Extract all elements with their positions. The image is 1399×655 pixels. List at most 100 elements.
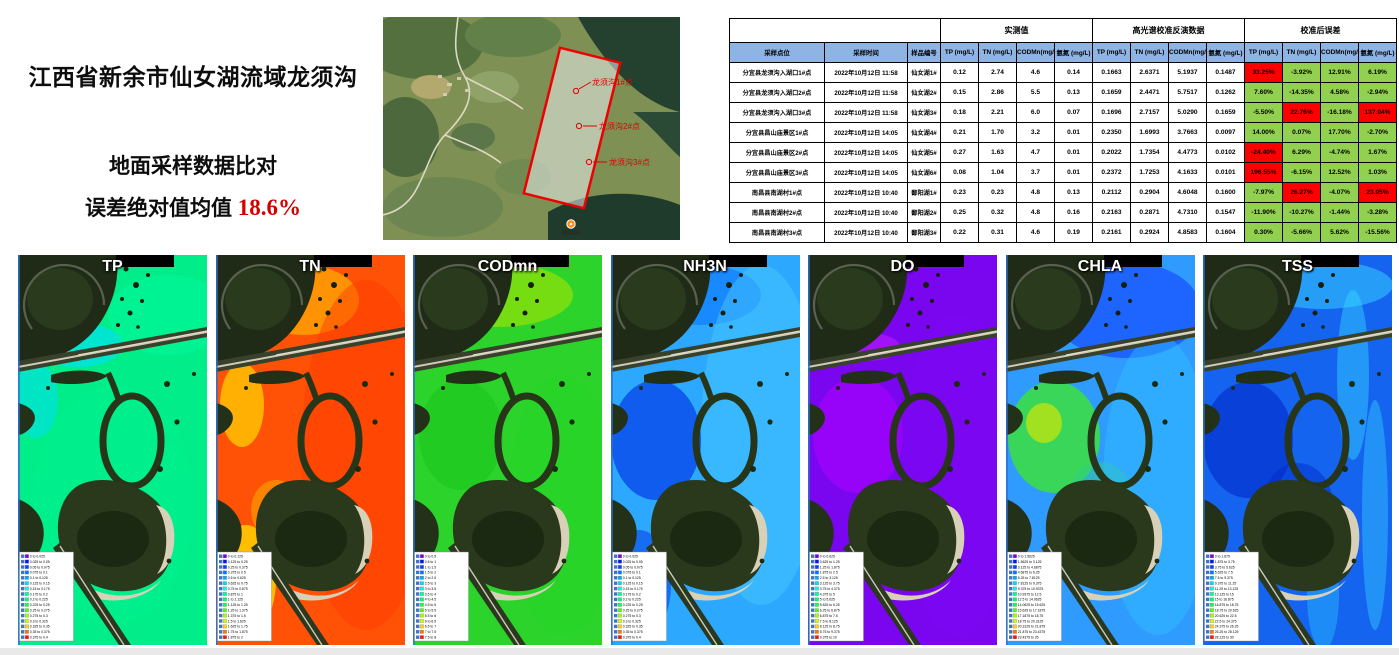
svg-text:0 to 0.625: 0 to 0.625 [820,555,835,559]
svg-text:3.75 to 4.375: 3.75 to 4.375 [820,587,840,591]
svg-text:21.875 to 23.4375: 21.875 to 23.4375 [1017,630,1044,634]
error-cell-1: -6.15% [1283,163,1321,183]
svg-text:0.25 to 0.375: 0.25 to 0.375 [227,565,247,569]
legend: 0 to 0.1250.125 to 0.250.25 to 0.3750.37… [217,552,271,641]
inverted-cell-2: 4.6048 [1169,183,1207,203]
site-cell: 南昌县南湖村1#点 [730,183,825,203]
svg-text:0.625 to 0.75: 0.625 to 0.75 [227,582,247,586]
svg-text:3.5 to 4: 3.5 to 4 [425,592,436,596]
sample-cell: 仙女湖2# [908,83,941,103]
svg-text:16.875 to 18.75: 16.875 to 18.75 [1215,603,1239,607]
svg-text:1 to 1.125: 1 to 1.125 [227,598,242,602]
svg-text:15 to 16.875: 15 to 16.875 [1215,598,1234,602]
time-cell: 2022年10月12日 11:58 [825,83,908,103]
site-cell: 分宜县昌山庙景区3#点 [730,163,825,183]
time-cell: 2022年10月12日 10:40 [825,203,908,223]
inverted-cell-0: 0.2372 [1093,163,1131,183]
measured-cell-2: 4.8 [1017,183,1055,203]
measured-cell-0: 0.12 [941,63,979,83]
svg-text:0.3 to 0.325: 0.3 to 0.325 [622,619,640,623]
heatmap-label-CHLA: CHLA [1078,258,1122,276]
svg-text:0 to 1.5625: 0 to 1.5625 [1017,555,1034,559]
header-param-1-1: TN (mg/L) [1131,43,1169,63]
legend: 0 to 1.8751.875 to 3.753.75 to 5.6255.62… [1205,552,1259,641]
table-row: 分宜县昌山庙景区1#点2022年10月12日 14:05仙女湖4#0.211.7… [730,123,1397,143]
site-cell: 分宜县昌山庙景区1#点 [730,123,825,143]
measured-cell-1: 0.31 [979,223,1017,243]
header-param-2-1: TN (mg/L) [1283,43,1321,63]
svg-text:6.875 to 7.5: 6.875 to 7.5 [820,614,838,618]
measured-cell-2: 5.5 [1017,83,1055,103]
svg-text:8.125 to 8.75: 8.125 to 8.75 [820,625,840,629]
svg-text:0.25 to 0.275: 0.25 to 0.275 [622,609,642,613]
inverted-cell-2: 3.7663 [1169,123,1207,143]
svg-text:0.125 to 0.15: 0.125 to 0.15 [30,582,50,586]
marker-label-1: 龙须沟1#点 [592,77,633,87]
svg-text:1.375 to 1.5: 1.375 to 1.5 [227,614,245,618]
measured-cell-1: 0.23 [979,183,1017,203]
error-cell-3: -15.56% [1359,223,1397,243]
site-cell: 南昌县南湖村2#点 [730,203,825,223]
table-header-row: 采样点位 采样时间 样品编号 TP (mg/L)TN (mg/L)CODMn(m… [730,43,1397,63]
legend: 0 to 0.50.5 to 11 to 1.51.5 to 22 to 2.5… [415,552,469,641]
inverted-cell-0: 0.1696 [1093,103,1131,123]
svg-text:23.4375 to 25: 23.4375 to 25 [1017,636,1038,640]
svg-text:0.275 to 0.3: 0.275 to 0.3 [622,614,640,618]
sample-cell: 仙女湖6# [908,163,941,183]
header-param-0-0: TP (mg/L) [941,43,979,63]
svg-text:0 to 0.025: 0 to 0.025 [622,555,637,559]
measured-cell-3: 0.16 [1055,203,1093,223]
error-cell-1: 26.27% [1283,183,1321,203]
measured-cell-1: 2.74 [979,63,1017,83]
svg-text:20.3125 to 21.875: 20.3125 to 21.875 [1017,625,1044,629]
svg-text:0.625 to 1.25: 0.625 to 1.25 [820,560,840,564]
error-cell-3: 23.05% [1359,183,1397,203]
legend: 0 to 0.0250.025 to 0.050.05 to 0.0750.07… [20,552,74,641]
heatmap-label-NH3N: NH3N [683,258,727,276]
legend: 0 to 1.56251.5625 to 3.1253.125 to 4.687… [1007,552,1061,641]
slide-root: 江西省新余市仙女湖流域龙须沟 地面采样数据比对 误差绝对值均值 18.6% [0,0,1399,648]
svg-text:13.125 to 15: 13.125 to 15 [1215,592,1234,596]
header-param-1-2: CODMn(mg/L) [1169,43,1207,63]
marker-label-2: 龙须沟2#点 [599,121,640,131]
svg-text:3.125 to 3.75: 3.125 to 3.75 [820,582,840,586]
measured-cell-2: 4.8 [1017,203,1055,223]
inverted-cell-3: 0.1659 [1207,103,1245,123]
metric-label: 误差绝对值均值 [85,197,232,220]
svg-text:1.25 to 1.875: 1.25 to 1.875 [820,565,840,569]
site-cell: 分宜县龙须沟入湖口3#点 [730,103,825,123]
sample-cell: 鄱阳湖3# [908,223,941,243]
svg-text:0.25 to 0.275: 0.25 to 0.275 [30,609,50,613]
heatmap-label-TN: TN [299,258,320,276]
measured-cell-2: 3.7 [1017,163,1055,183]
svg-text:0.35 to 0.375: 0.35 to 0.375 [622,630,642,634]
error-cell-2: 4.58% [1321,83,1359,103]
table-row: 分宜县昌山庙景区2#点2022年10月12日 14:05仙女湖5#0.271.6… [730,143,1397,163]
svg-text:18.75 to 20.625: 18.75 to 20.625 [1215,609,1239,613]
table-row: 分宜县龙须沟入湖口3#点2022年10月12日 11:58仙女湖3#0.182.… [730,103,1397,123]
error-cell-3: -2.94% [1359,83,1397,103]
svg-text:0.125 to 0.25: 0.125 to 0.25 [227,560,247,564]
error-cell-2: -1.44% [1321,203,1359,223]
inverted-cell-0: 0.2022 [1093,143,1131,163]
svg-text:0.175 to 0.2: 0.175 to 0.2 [30,592,48,596]
svg-text:1.875 to 3.75: 1.875 to 3.75 [1215,560,1235,564]
header-sample: 样品编号 [908,43,941,63]
svg-text:9.375 to 10.9375: 9.375 to 10.9375 [1017,587,1043,591]
table-row: 分宜县龙须沟入湖口2#点2022年10月12日 11:58仙女湖2#0.152.… [730,83,1397,103]
svg-text:0.075 to 0.1: 0.075 to 0.1 [30,571,48,575]
svg-text:4.5 to 5: 4.5 to 5 [425,603,436,607]
inverted-cell-1: 2.4471 [1131,83,1169,103]
svg-text:0.375 to 0.4: 0.375 to 0.4 [622,636,640,640]
svg-text:26.25 to 28.125: 26.25 to 28.125 [1215,630,1239,634]
svg-text:2 to 2.5: 2 to 2.5 [425,576,436,580]
error-cell-2: -4.07% [1321,183,1359,203]
svg-text:15.625 to 17.1875: 15.625 to 17.1875 [1017,609,1044,613]
group-measured: 实测值 [941,19,1093,43]
svg-text:2.5 to 3: 2.5 to 3 [425,582,436,586]
site-cell: 南昌县南湖村3#点 [730,223,825,243]
measured-cell-2: 3.2 [1017,123,1055,143]
error-cell-0: 7.60% [1245,83,1283,103]
svg-text:5.625 to 6.25: 5.625 to 6.25 [820,603,840,607]
svg-text:2.5 to 3.125: 2.5 to 3.125 [820,576,838,580]
